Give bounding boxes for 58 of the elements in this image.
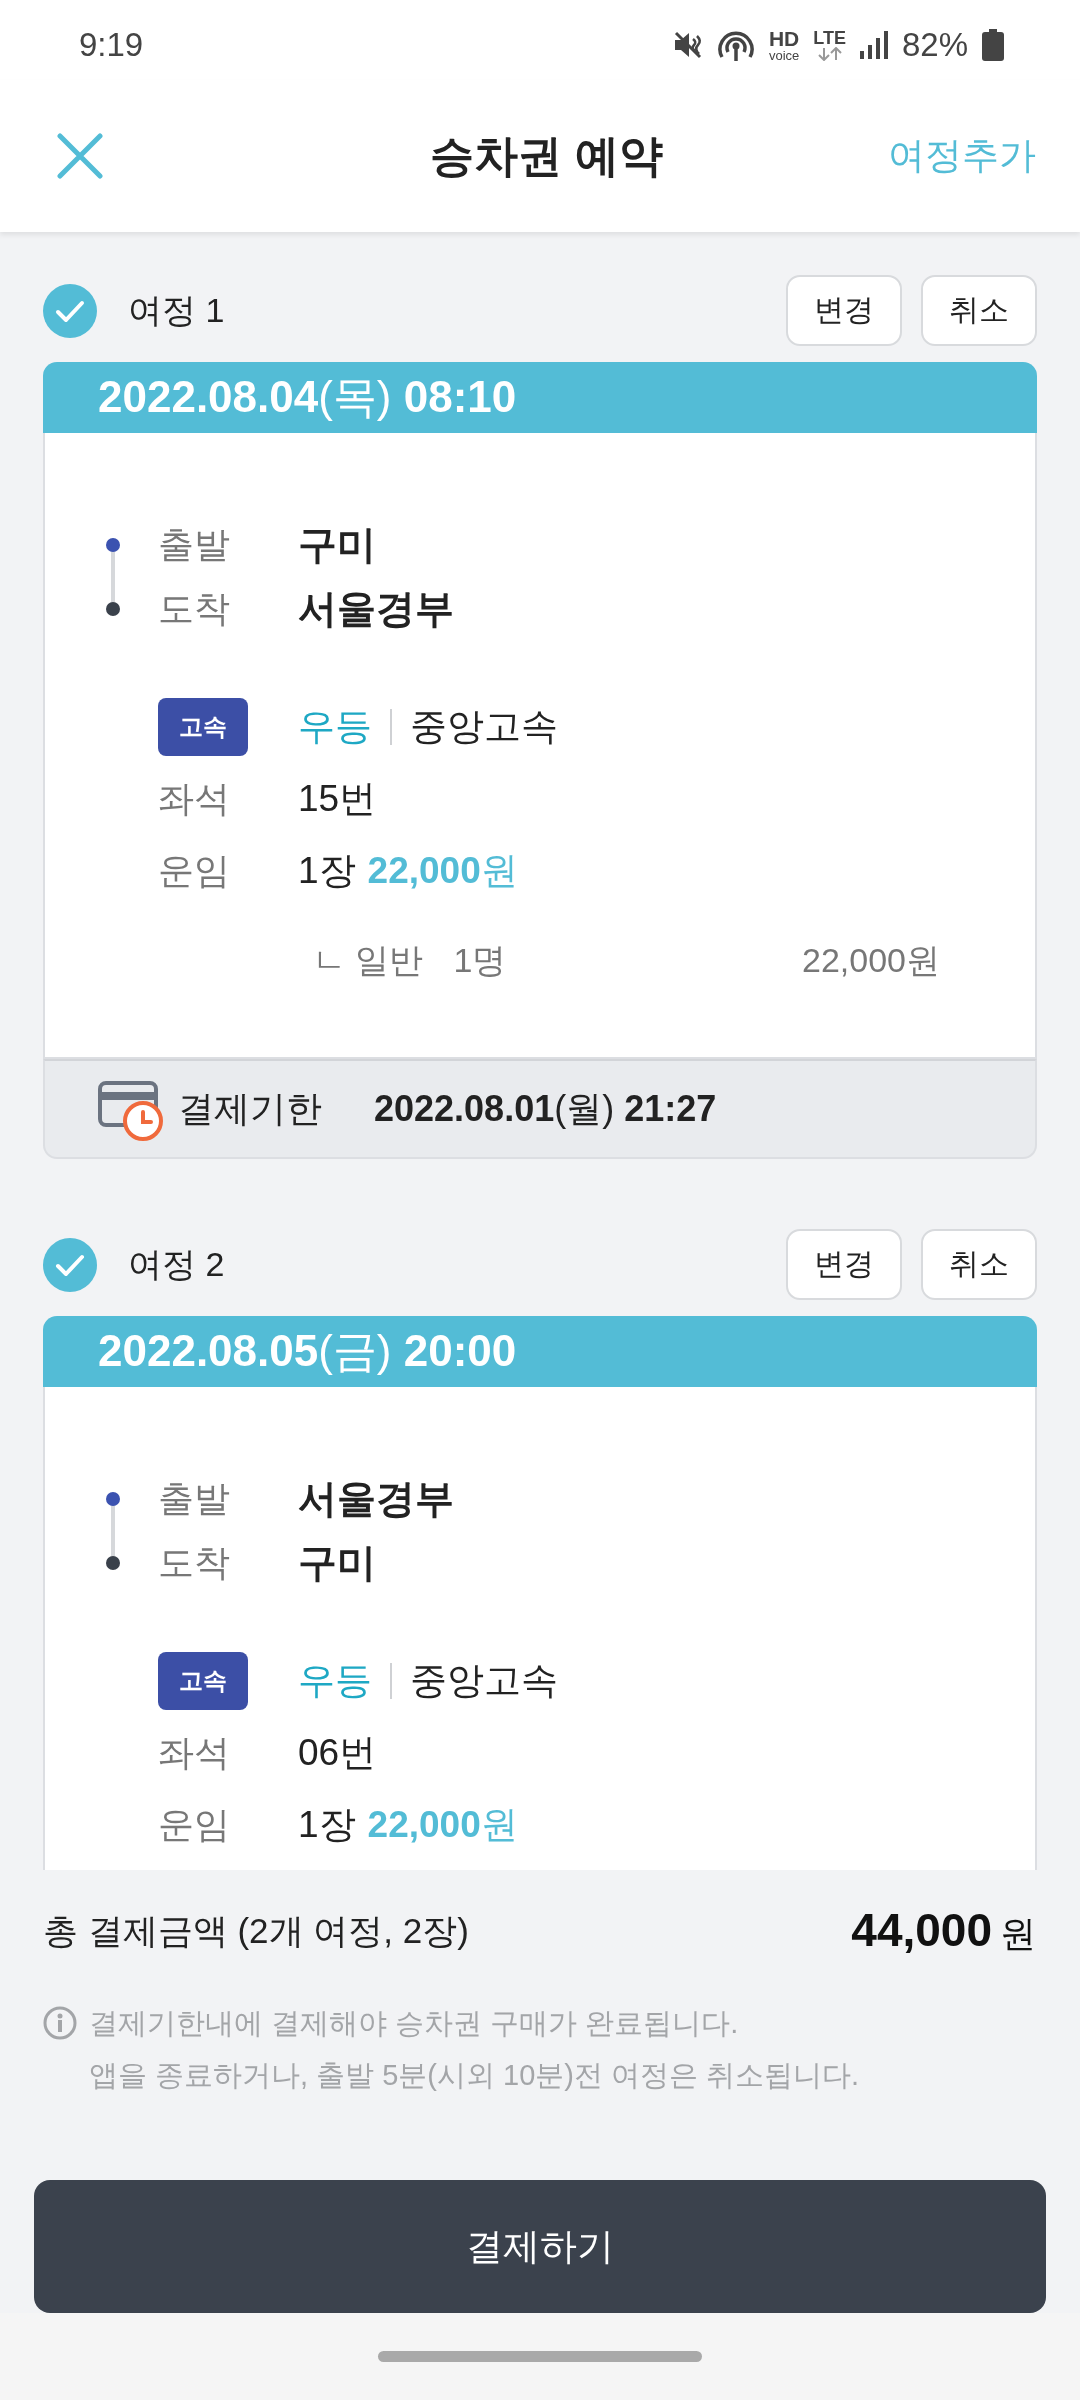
bus-type-badge: 고속	[158, 698, 248, 756]
route-label: 도착	[158, 586, 231, 631]
seat-number: 15번	[298, 777, 377, 821]
cancel-button[interactable]: 취소	[921, 1229, 1037, 1300]
route-label: 도착	[158, 1540, 231, 1585]
fare-amount: 22,000원	[367, 849, 518, 893]
hd-label: HD	[768, 28, 800, 49]
bus-type-badge: 고속	[158, 1652, 248, 1710]
mute-icon	[672, 30, 703, 60]
currency-unit: 원	[1000, 1912, 1036, 1956]
data-arrows-icon	[815, 47, 844, 61]
ticket-count: 1장	[298, 849, 356, 893]
cancel-button[interactable]: 취소	[921, 275, 1037, 346]
route-label: 출발	[158, 1476, 231, 1521]
home-handle[interactable]	[378, 2351, 702, 2362]
fare-label: 운임	[158, 848, 231, 893]
deadline-label: 결제기한	[178, 1086, 322, 1131]
check-circle-icon[interactable]	[43, 283, 97, 338]
passenger-fare: 22,000원	[802, 940, 940, 981]
battery-percent: 82%	[901, 26, 968, 64]
itinerary-title: 여정 2	[128, 1243, 225, 1285]
terminal-name: 서울경부	[298, 1476, 454, 1522]
total-amount: 44,000	[851, 1903, 992, 1957]
seat-label: 좌석	[158, 776, 231, 821]
terminal-name: 서울경부	[298, 586, 454, 632]
pay-button[interactable]: 결제하기	[34, 2180, 1046, 2313]
page-title: 승차권 예약	[430, 129, 663, 182]
terminal-name: 구미	[298, 522, 376, 568]
notice-text: 결제기한내에 결제해야 승차권 구매가 완료됩니다.	[89, 2006, 740, 2041]
voice-label: voice	[768, 49, 800, 62]
bus-grade: 우등	[298, 1659, 372, 1703]
seat-label: 좌석	[158, 1730, 231, 1775]
bus-grade: 우등	[298, 705, 372, 749]
check-circle-icon[interactable]	[43, 1237, 97, 1292]
fare-label: 운임	[158, 1802, 231, 1847]
seat-number: 06번	[298, 1731, 377, 1775]
ticket-count: 1장	[298, 1803, 356, 1847]
passenger-count: 1명	[453, 940, 507, 981]
itinerary-title: 여정 1	[128, 289, 225, 331]
signal-icon	[859, 31, 888, 59]
info-icon	[43, 2006, 77, 2040]
clock-time: 9:19	[79, 26, 144, 64]
network-type: LTE	[813, 29, 846, 47]
terminal-name: 구미	[298, 1540, 376, 1586]
battery-icon	[982, 29, 1004, 61]
change-button[interactable]: 변경	[786, 275, 902, 346]
close-icon[interactable]	[57, 133, 103, 179]
passenger-type: ㄴ 일반	[312, 940, 424, 981]
change-button[interactable]: 변경	[786, 1229, 902, 1300]
deadline-datetime: 2022.08.01(월) 21:27	[374, 1086, 717, 1131]
bus-company: 중앙고속	[410, 705, 558, 749]
bus-company: 중앙고속	[410, 1659, 558, 1703]
fare-amount: 22,000원	[367, 1803, 518, 1847]
notice-text: 앱을 종료하거나, 출발 5분(시외 10분)전 여정은 취소됩니다.	[89, 2058, 860, 2093]
route-label: 출발	[158, 522, 231, 567]
total-label: 총 결제금액 (2개 여정, 2장)	[43, 1909, 469, 1952]
departure-datetime-bar: 2022.08.05(금) 20:00	[43, 1316, 1037, 1387]
departure-datetime-bar: 2022.08.04(목) 08:10	[43, 362, 1037, 433]
